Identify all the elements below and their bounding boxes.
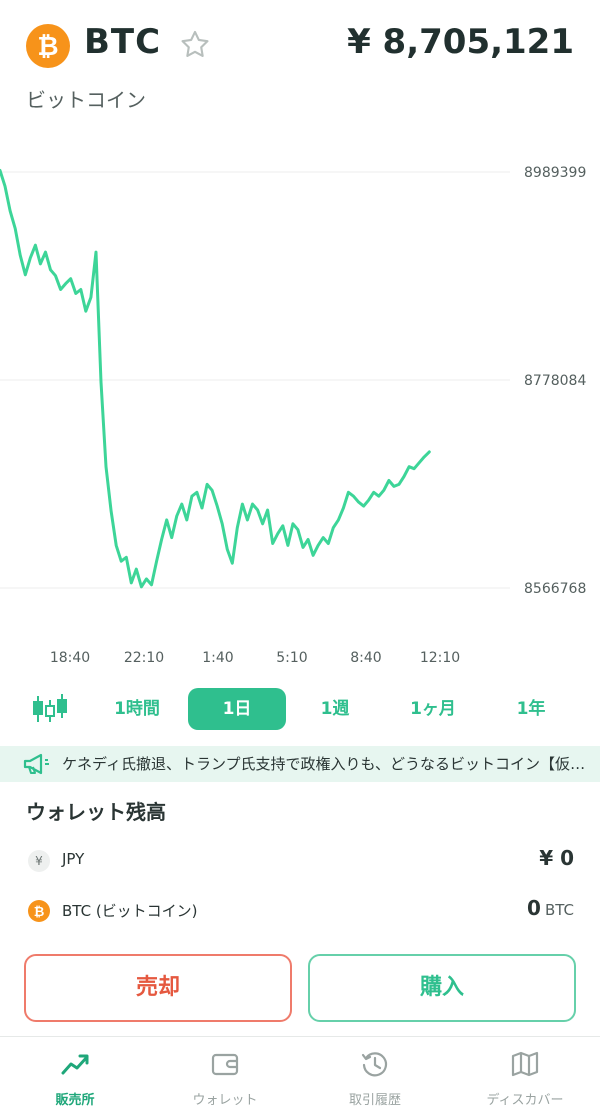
x-tick-label: 18:40	[50, 650, 90, 666]
news-banner[interactable]: ケネディ氏撤退、トランプ氏支持で政権入りも、どうなるビットコイン【仮想…	[0, 746, 600, 782]
svg-text:₿: ₿	[37, 32, 58, 62]
tab-label: ウォレット	[192, 1093, 258, 1108]
balance-unit: BTC	[544, 901, 574, 919]
bitcoin-icon: ₿	[28, 900, 50, 922]
period-1-month[interactable]: 1ヶ月	[396, 688, 470, 730]
coin-name: ビットコイン	[26, 88, 146, 112]
x-tick-label: 12:10	[420, 650, 460, 666]
x-tick-label: 1:40	[202, 650, 233, 666]
period-1-week[interactable]: 1週	[300, 688, 370, 730]
tab-exchange[interactable]: 販売所	[0, 1037, 150, 1108]
yen-icon: ¥	[28, 850, 50, 872]
x-tick-label: 8:40	[350, 650, 381, 666]
wallet-icon	[211, 1053, 239, 1076]
header: ₿ BTC ¥ 8,705,121 ビットコイン	[0, 0, 600, 120]
trend-up-icon	[61, 1054, 89, 1075]
megaphone-icon	[22, 752, 50, 776]
price-chart[interactable]: 8989399 8778084 8566768 18:40 22:10 1:40 5:10…	[0, 140, 600, 680]
balance-currency: BTC (ビットコイン)	[62, 902, 198, 920]
balance-amount: ¥ 0	[539, 846, 574, 870]
wallet-title: ウォレット残高	[26, 800, 166, 824]
bitcoin-logo-icon: ₿	[26, 24, 70, 68]
balance-row-jpy[interactable]: ¥ JPY ¥ 0	[0, 842, 600, 882]
svg-text:₿: ₿	[34, 905, 45, 920]
star-outline-icon[interactable]	[178, 28, 212, 62]
news-headline: ケネディ氏撤退、トランプ氏支持で政権入りも、どうなるビットコイン【仮想…	[62, 755, 592, 773]
current-price: ¥ 8,705,121	[347, 22, 574, 62]
y-tick-label: 8566768	[524, 581, 586, 597]
coin-symbol: BTC	[84, 22, 162, 62]
tab-label: 取引履歴	[348, 1093, 401, 1108]
tab-discover[interactable]: ディスカバー	[450, 1037, 600, 1108]
period-selector: 1時間 1日 1週 1ヶ月 1年	[0, 686, 600, 732]
y-tick-label: 8778084	[524, 373, 586, 389]
x-tick-label: 22:10	[124, 650, 164, 666]
period-1-day[interactable]: 1日	[188, 688, 286, 730]
period-1-year[interactable]: 1年	[500, 688, 562, 730]
price-line	[0, 168, 431, 589]
sell-button[interactable]: 売却	[24, 954, 292, 1022]
balance-row-btc[interactable]: ₿ BTC (ビットコイン) 0 BTC	[0, 892, 600, 932]
tab-wallet[interactable]: ウォレット	[150, 1037, 300, 1108]
tab-history[interactable]: 取引履歴	[300, 1037, 450, 1108]
map-icon	[511, 1051, 539, 1077]
balance-amount: 0 BTC	[527, 896, 574, 920]
x-tick-label: 5:10	[276, 650, 307, 666]
balance-currency: JPY	[62, 850, 85, 868]
period-1-hour[interactable]: 1時間	[100, 688, 174, 730]
candlestick-icon[interactable]	[30, 692, 70, 726]
bottom-tab-bar: 販売所 ウォレット 取引履歴 ディスカバー	[0, 1036, 600, 1108]
tab-label: 販売所	[55, 1093, 95, 1108]
tab-label: ディスカバー	[486, 1093, 564, 1108]
history-icon	[361, 1052, 388, 1077]
y-tick-label: 8989399	[524, 165, 586, 181]
buy-button[interactable]: 購入	[308, 954, 576, 1022]
